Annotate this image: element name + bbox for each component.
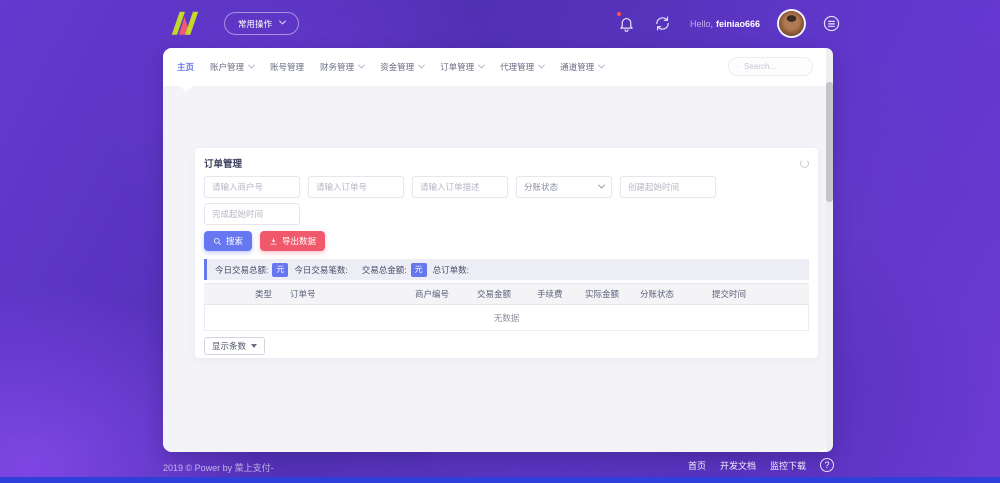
- quick-actions-button[interactable]: 常用操作: [224, 12, 299, 35]
- stats-bar: 今日交易总额: 元 今日交易笔数: 交易总金额: 元 总订单数:: [204, 259, 809, 280]
- page-body: 订单管理 分账状态 搜索: [163, 86, 826, 452]
- search-icon: [213, 237, 222, 246]
- bell-icon: [618, 15, 635, 32]
- order-management-card: 订单管理 分账状态 搜索: [195, 148, 818, 358]
- vertical-scrollbar[interactable]: [826, 48, 833, 452]
- footer-link-monitor-download[interactable]: 监控下载: [770, 459, 806, 472]
- notification-dot: [617, 12, 621, 16]
- split-status-label: 分账状态: [524, 181, 558, 193]
- bottom-accent-strip: [0, 477, 1000, 483]
- chevron-down-icon: [358, 61, 365, 68]
- today-total-label: 今日交易总额:: [215, 264, 268, 276]
- menu-icon: [823, 15, 840, 32]
- refresh-icon[interactable]: [800, 159, 809, 168]
- table-header-row: 类型 订单号 商户编号 交易金额 手续费 实际金额 分账状态 提交时间: [204, 283, 809, 305]
- nav-item-funds-mgmt[interactable]: 资金管理: [380, 61, 424, 73]
- chevron-down-icon: [418, 61, 425, 68]
- nav-item-agent-mgmt[interactable]: 代理管理: [500, 61, 544, 73]
- nav-label: 资金管理: [380, 61, 414, 73]
- main-nav: 主页 账户管理 账号管理 财务管理 资金管理 订单管理 代理管理 通道管理: [163, 48, 826, 86]
- order-desc-input[interactable]: [412, 176, 508, 198]
- footer-copyright: 2019 © Power by 菜上支付-: [163, 461, 274, 474]
- export-button-label: 导出数据: [282, 235, 316, 247]
- nav-label: 通道管理: [560, 61, 594, 73]
- nav-label: 订单管理: [440, 61, 474, 73]
- total-orders-label: 总订单数:: [433, 264, 469, 276]
- nav-item-account-no-mgmt[interactable]: 账号管理: [270, 61, 304, 73]
- active-tab-notch: [180, 86, 192, 92]
- search-button-label: 搜索: [226, 235, 243, 247]
- nav-label: 财务管理: [320, 61, 354, 73]
- app-container: 主页 账户管理 账号管理 财务管理 资金管理 订单管理 代理管理 通道管理 订单…: [163, 48, 833, 452]
- nav-item-finance-mgmt[interactable]: 财务管理: [320, 61, 364, 73]
- quick-actions-label: 常用操作: [238, 18, 272, 30]
- table-header-split-status: 分账状态: [634, 288, 706, 300]
- avatar[interactable]: [779, 11, 804, 36]
- table-header-trade-amount: 交易金额: [471, 288, 531, 300]
- table-header-merchant-no: 商户编号: [409, 288, 471, 300]
- chevron-down-icon: [598, 61, 605, 68]
- nav-label: 代理管理: [500, 61, 534, 73]
- search-icon: [737, 62, 739, 71]
- nav-label: 账号管理: [270, 61, 304, 73]
- nav-item-order-mgmt[interactable]: 订单管理: [440, 61, 484, 73]
- table-header-submit-time: 提交时间: [706, 288, 809, 300]
- nav-item-channel-mgmt[interactable]: 通道管理: [560, 61, 604, 73]
- search-button[interactable]: 搜索: [204, 231, 252, 251]
- merchant-no-input[interactable]: [204, 176, 300, 198]
- card-header: 订单管理: [204, 156, 809, 170]
- filter-form: 分账状态: [204, 176, 744, 225]
- nav-label: 主页: [177, 61, 194, 73]
- footer-links: 首页 开发文档 监控下载 ?: [688, 458, 834, 472]
- caret-down-icon: [251, 344, 257, 348]
- sync-button[interactable]: [654, 15, 671, 32]
- page-size-label: 显示条数: [212, 340, 246, 352]
- footer-link-docs[interactable]: 开发文档: [720, 459, 756, 472]
- action-buttons: 搜索 导出数据: [204, 231, 809, 251]
- search-input[interactable]: [744, 62, 804, 71]
- chevron-down-icon: [279, 18, 286, 25]
- nav-item-home[interactable]: 主页: [177, 61, 194, 73]
- table-header-order-no: 订单号: [284, 288, 409, 300]
- finish-start-time-input[interactable]: [204, 203, 300, 225]
- chevron-down-icon: [478, 61, 485, 68]
- page-title: 订单管理: [204, 156, 242, 170]
- chevron-down-icon: [538, 61, 545, 68]
- nav-label: 账户管理: [210, 61, 244, 73]
- export-data-button[interactable]: 导出数据: [260, 231, 325, 251]
- table-header-actual-amount: 实际金额: [579, 288, 634, 300]
- table-empty-row: 无数据: [204, 305, 809, 331]
- order-no-input[interactable]: [308, 176, 404, 198]
- username: feiniao666: [716, 19, 760, 29]
- chevron-down-icon: [248, 61, 255, 68]
- create-start-time-input[interactable]: [620, 176, 716, 198]
- chevron-down-icon: [598, 181, 605, 188]
- table-header-type: 类型: [249, 288, 284, 300]
- nav-item-account-mgmt[interactable]: 账户管理: [210, 61, 254, 73]
- logo-m-icon: [170, 10, 200, 36]
- orders-table: 类型 订单号 商户编号 交易金额 手续费 实际金额 分账状态 提交时间 无数据: [204, 283, 809, 331]
- page-size-dropdown[interactable]: 显示条数: [204, 337, 265, 355]
- today-count-label: 今日交易笔数:: [294, 264, 347, 276]
- split-status-select[interactable]: 分账状态: [516, 176, 612, 198]
- user-greeting: Hello,feiniao666: [690, 19, 760, 29]
- app-logo[interactable]: [170, 10, 200, 37]
- global-search: [728, 57, 813, 76]
- table-header-fee: 手续费: [531, 288, 579, 300]
- scrollbar-thumb[interactable]: [826, 82, 833, 202]
- header-right-cluster: Hello,feiniao666: [618, 0, 840, 47]
- total-amount-label: 交易总金额:: [362, 264, 407, 276]
- notification-bell-button[interactable]: [618, 15, 635, 32]
- yuan-badge: 元: [411, 263, 427, 277]
- sync-icon: [654, 15, 671, 32]
- menu-button[interactable]: [823, 15, 840, 32]
- yuan-badge: 元: [272, 263, 288, 277]
- greeting-prefix: Hello,: [690, 19, 713, 29]
- footer-link-home[interactable]: 首页: [688, 459, 706, 472]
- export-icon: [269, 237, 278, 246]
- top-header: 常用操作 Hello,feiniao666: [0, 0, 1000, 47]
- help-button[interactable]: ?: [820, 458, 834, 472]
